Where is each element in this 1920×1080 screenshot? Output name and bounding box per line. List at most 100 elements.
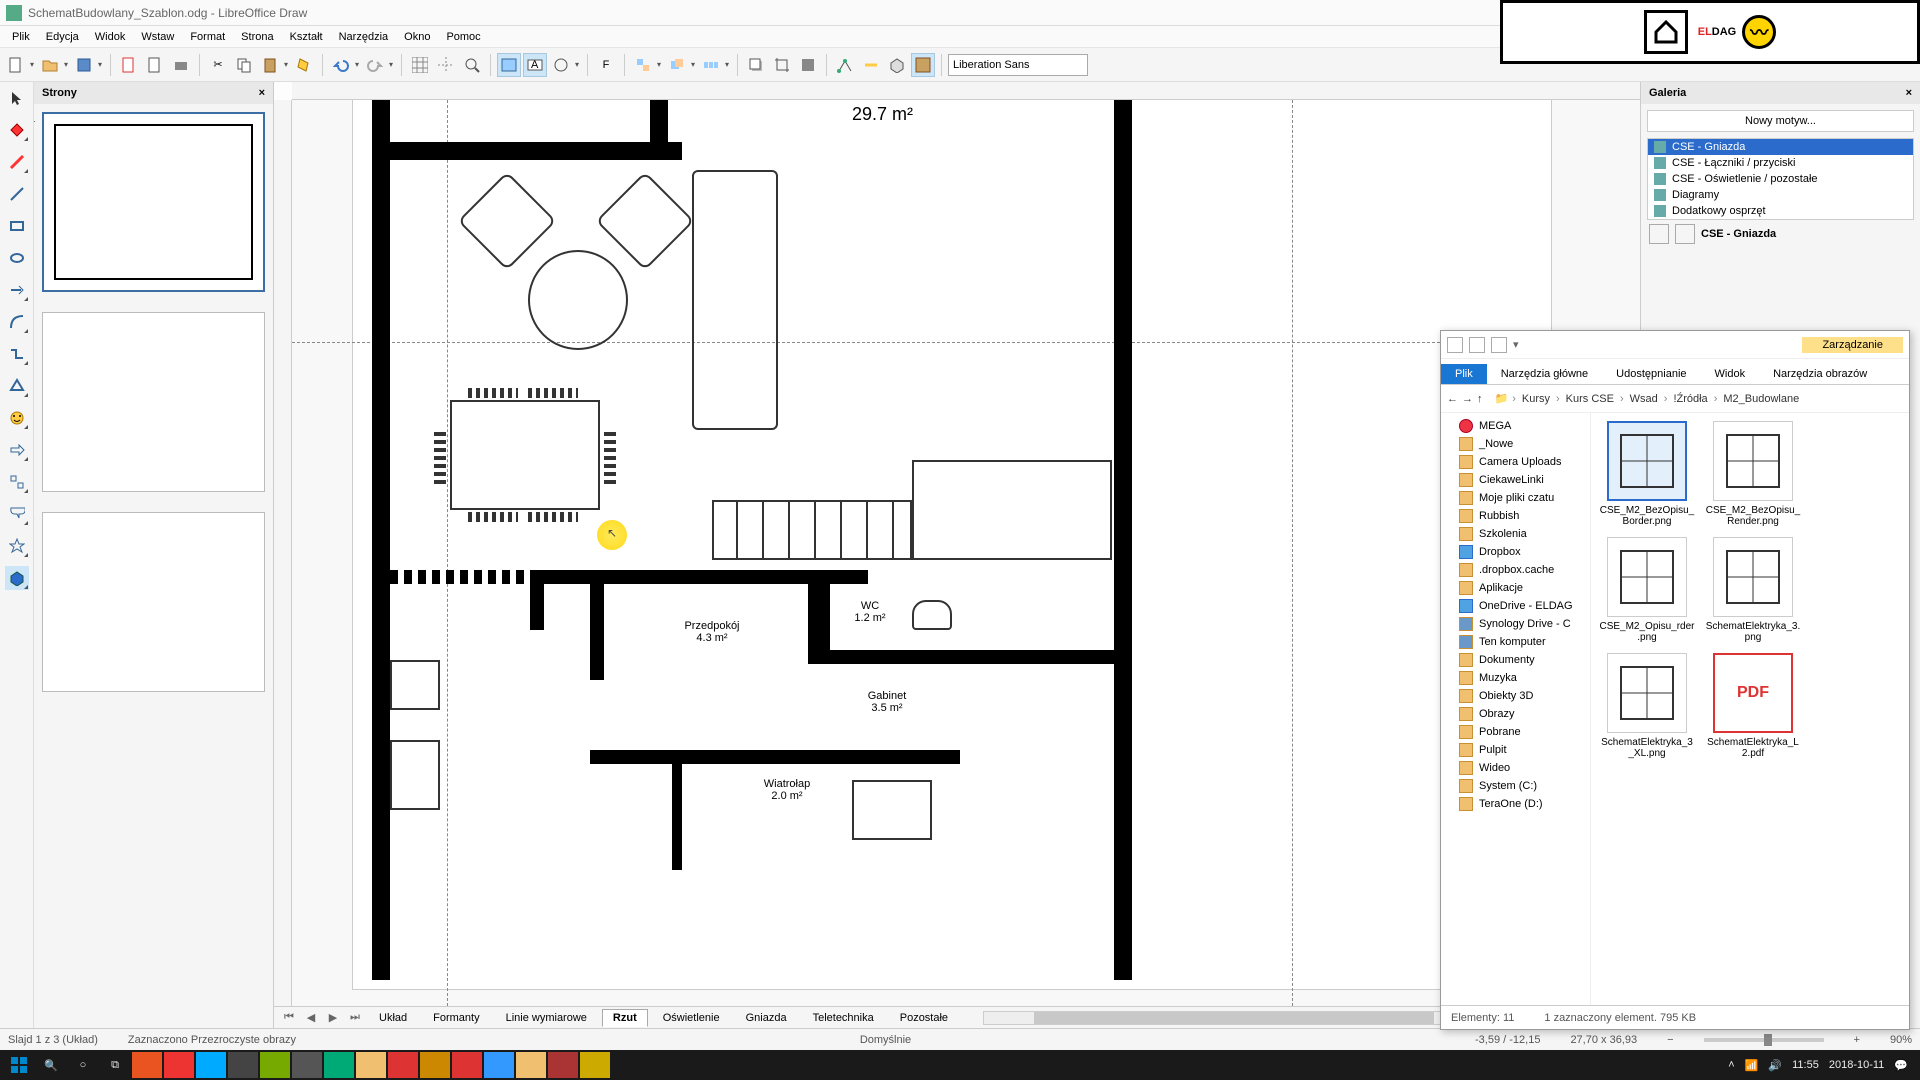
zoom-out[interactable]: −: [1667, 1034, 1673, 1046]
task-app-12[interactable]: [484, 1052, 514, 1078]
tree-node[interactable]: Aplikacje: [1443, 579, 1588, 597]
gallery-list-view[interactable]: [1675, 224, 1695, 244]
task-app-14[interactable]: [548, 1052, 578, 1078]
task-view[interactable]: ⧉: [100, 1052, 130, 1078]
fill-color-tool[interactable]: [5, 118, 29, 142]
theme-row-osprzet[interactable]: Dodatkowy osprzęt: [1648, 203, 1913, 219]
file-item[interactable]: CSE_M2_Opisu_rder.png: [1599, 537, 1695, 643]
vertical-ruler[interactable]: [274, 100, 292, 1006]
export-button[interactable]: [143, 53, 167, 77]
explorer-context-tab[interactable]: Zarządzanie: [1802, 337, 1903, 353]
task-app-11[interactable]: [452, 1052, 482, 1078]
task-app-10[interactable]: [420, 1052, 450, 1078]
tree-node[interactable]: MEGA: [1443, 417, 1588, 435]
tab-teletechnika[interactable]: Teletechnika: [802, 1009, 885, 1027]
drawing-canvas[interactable]: 29.7 m²: [292, 100, 1640, 1006]
start-button[interactable]: [4, 1052, 34, 1078]
gallery-icon-view[interactable]: [1649, 224, 1669, 244]
theme-row-diagramy[interactable]: Diagramy: [1648, 187, 1913, 203]
basic-shapes-tool[interactable]: [5, 374, 29, 398]
tab-gniazda[interactable]: Gniazda: [735, 1009, 798, 1027]
menu-widok[interactable]: Widok: [87, 29, 134, 45]
tab-formanty[interactable]: Formanty: [422, 1009, 490, 1027]
page-thumb-1[interactable]: 1: [42, 112, 265, 292]
grid-button[interactable]: [408, 53, 432, 77]
tree-node[interactable]: TeraOne (D:): [1443, 795, 1588, 813]
3d-tool[interactable]: [5, 566, 29, 590]
menu-okno[interactable]: Okno: [396, 29, 438, 45]
select-tool[interactable]: [5, 86, 29, 110]
tree-node[interactable]: Szkolenia: [1443, 525, 1588, 543]
explorer-tab-main[interactable]: Narzędzia główne: [1487, 364, 1602, 384]
tray-notifications-icon[interactable]: 💬: [1894, 1059, 1908, 1072]
explorer-tab-image[interactable]: Narzędzia obrazów: [1759, 364, 1881, 384]
tree-node[interactable]: OneDrive - ELDAG: [1443, 597, 1588, 615]
redo-button[interactable]: [363, 53, 387, 77]
task-app-6[interactable]: [292, 1052, 322, 1078]
arrow-tool[interactable]: [5, 278, 29, 302]
file-item[interactable]: SchematElektryka_3_XL.png: [1599, 653, 1695, 759]
cut-button[interactable]: ✂: [206, 53, 230, 77]
line-tool[interactable]: [5, 182, 29, 206]
tab-rzut[interactable]: Rzut: [602, 1009, 648, 1027]
tray-date[interactable]: 2018-10-11: [1829, 1059, 1884, 1071]
save-button[interactable]: [72, 53, 96, 77]
theme-row-gniazda[interactable]: CSE - Gniazda: [1648, 139, 1913, 155]
task-cortana[interactable]: ○: [68, 1052, 98, 1078]
file-item[interactable]: PDFSchematElektryka_L2.pdf: [1705, 653, 1801, 759]
zoom-slider[interactable]: [1704, 1038, 1824, 1042]
tree-node[interactable]: Muzyka: [1443, 669, 1588, 687]
tree-node[interactable]: Synology Drive - C: [1443, 615, 1588, 633]
image-button[interactable]: [497, 53, 521, 77]
menu-format[interactable]: Format: [182, 29, 233, 45]
task-search[interactable]: 🔍: [36, 1052, 66, 1078]
tree-node[interactable]: Dokumenty: [1443, 651, 1588, 669]
callout-tool[interactable]: [5, 502, 29, 526]
task-app-1[interactable]: [132, 1052, 162, 1078]
explorer-qat-2[interactable]: [1491, 337, 1507, 353]
bc-back[interactable]: ←: [1447, 393, 1458, 405]
menu-wstaw[interactable]: Wstaw: [133, 29, 182, 45]
menu-plik[interactable]: Plik: [4, 29, 38, 45]
tree-node[interactable]: Dropbox: [1443, 543, 1588, 561]
tab-nav-last[interactable]: ⏭: [346, 1011, 364, 1024]
file-item[interactable]: CSE_M2_BezOpisu_Border.png: [1599, 421, 1695, 527]
copy-button[interactable]: [232, 53, 256, 77]
explorer-files[interactable]: CSE_M2_BezOpisu_Border.pngCSE_M2_BezOpis…: [1591, 413, 1909, 1005]
shadow-button[interactable]: [744, 53, 768, 77]
task-app-15[interactable]: [580, 1052, 610, 1078]
file-item[interactable]: CSE_M2_BezOpisu_Render.png: [1705, 421, 1801, 527]
zoom-in[interactable]: +: [1854, 1034, 1860, 1046]
tree-node[interactable]: Rubbish: [1443, 507, 1588, 525]
arrange-button[interactable]: [665, 53, 689, 77]
curve-tool[interactable]: [5, 310, 29, 334]
task-app-8[interactable]: [356, 1052, 386, 1078]
task-app-2[interactable]: [164, 1052, 194, 1078]
task-app-4[interactable]: [228, 1052, 258, 1078]
distribute-button[interactable]: [699, 53, 723, 77]
menu-narzedzia[interactable]: Narzędzia: [331, 29, 397, 45]
symbol-shapes-tool[interactable]: [5, 406, 29, 430]
textbox-button[interactable]: A: [523, 53, 547, 77]
tree-node[interactable]: Pulpit: [1443, 741, 1588, 759]
theme-row-oswietlenie[interactable]: CSE - Oświetlenie / pozostałe: [1648, 171, 1913, 187]
tab-linie[interactable]: Linie wymiarowe: [495, 1009, 598, 1027]
theme-row-laczniki[interactable]: CSE - Łączniki / przyciski: [1648, 155, 1913, 171]
menu-edycja[interactable]: Edycja: [38, 29, 87, 45]
bc-fwd[interactable]: →: [1462, 393, 1473, 405]
explorer-qat-1[interactable]: [1469, 337, 1485, 353]
flowchart-tool[interactable]: [5, 470, 29, 494]
points-button[interactable]: [833, 53, 857, 77]
explorer-breadcrumb[interactable]: ← → ↑ 📁 ›Kursy ›Kurs CSE ›Wsad ›!Źródła …: [1441, 385, 1909, 413]
helplines-button[interactable]: [434, 53, 458, 77]
explorer-tab-view[interactable]: Widok: [1701, 364, 1760, 384]
new-button[interactable]: [4, 53, 28, 77]
tree-node[interactable]: Ten komputer: [1443, 633, 1588, 651]
page-thumb-3[interactable]: 3: [42, 512, 265, 692]
tab-nav-first[interactable]: ⏮: [280, 1011, 298, 1024]
tab-uklad[interactable]: Układ: [368, 1009, 418, 1027]
task-app-7[interactable]: [324, 1052, 354, 1078]
line-color-tool[interactable]: [5, 150, 29, 174]
connector-tool[interactable]: [5, 342, 29, 366]
tab-nav-next[interactable]: ▶: [324, 1011, 342, 1024]
